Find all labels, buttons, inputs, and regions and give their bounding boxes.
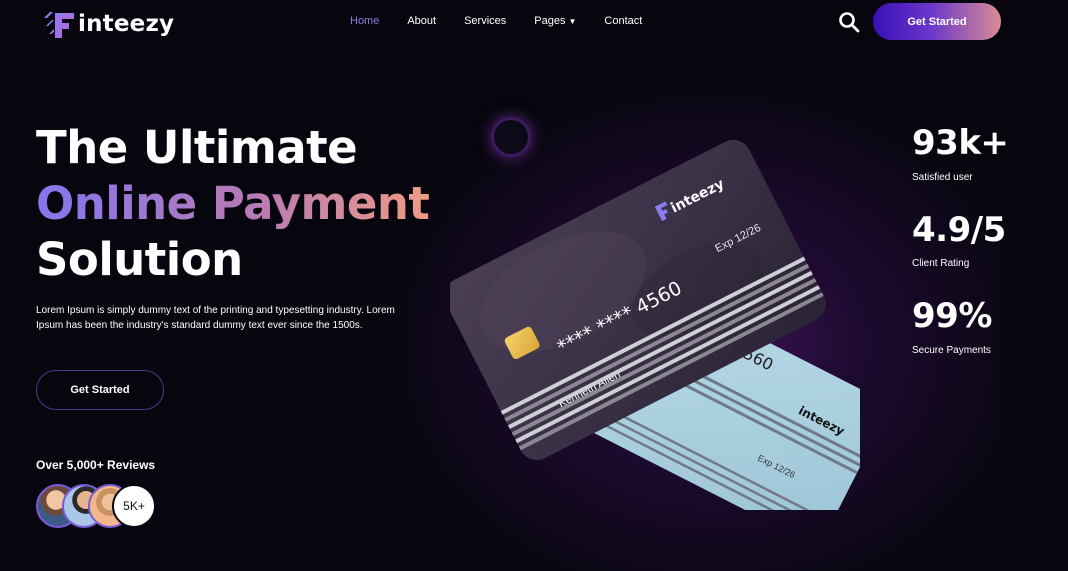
nav-item-services[interactable]: Services (464, 15, 506, 27)
hero-title-line2: Online Payment (36, 177, 430, 230)
nav-item-pages[interactable]: Pages ▼ (534, 15, 576, 27)
hero-title-line1: The Ultimate (36, 121, 358, 174)
nav-item-home[interactable]: Home (350, 15, 379, 27)
reviews-count-badge: 5K+ (112, 484, 156, 528)
brand-name: inteezy (78, 11, 175, 37)
hero-get-started-button[interactable]: Get Started (36, 370, 164, 410)
brand-logo[interactable]: inteezy (42, 8, 174, 40)
stat-label-secure: Secure Payments (912, 345, 991, 356)
stat-label-rating: Client Rating (912, 258, 970, 269)
hero-description: Lorem Ipsum is simply dummy text of the … (36, 305, 395, 331)
main-nav: Home About Services Pages ▼ Contact (350, 15, 670, 27)
stat-value-secure: 99% (912, 296, 992, 336)
nav-item-pages-label: Pages (534, 15, 566, 27)
stat-value-rating: 4.9/5 (912, 210, 1006, 250)
stat-label-users: Satisfied user (912, 172, 973, 183)
reviews-label: Over 5,000+ Reviews (36, 458, 156, 472)
hero-title-line3: Solution (36, 233, 243, 286)
nav-item-about[interactable]: About (407, 15, 436, 27)
search-icon[interactable] (838, 11, 860, 33)
nav-item-contact[interactable]: Contact (604, 15, 642, 27)
stat-value-users: 93k+ (912, 123, 1009, 163)
chevron-down-icon: ▼ (568, 16, 577, 26)
credit-cards-illustration: 4560 inteezy Exp 12/26 **** **** 4560 Ex… (450, 139, 860, 510)
logo-f-icon (44, 12, 74, 38)
header-get-started-button[interactable]: Get Started (873, 3, 1001, 40)
